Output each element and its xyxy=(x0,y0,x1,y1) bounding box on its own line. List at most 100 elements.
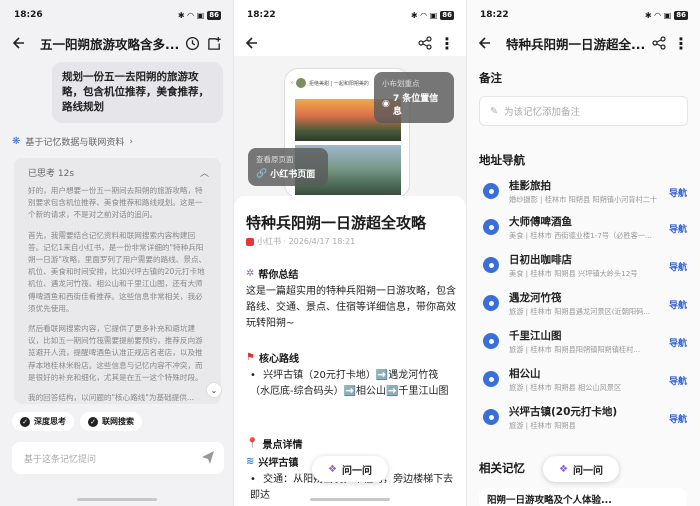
bullet-dot: • xyxy=(250,474,256,485)
send-icon[interactable] xyxy=(200,449,216,468)
more-icon[interactable]: ⋮ xyxy=(670,32,692,54)
status-icons: ✱ ◠ ▣ 86 xyxy=(411,10,454,20)
thinking-paragraph: 好的，用户想要一份五一期间去阳朔的旅游攻略，特别要求包含机位推荐、美食推荐和路线… xyxy=(28,186,203,220)
status-icons: ✱ ◠ ▣ 86 xyxy=(645,10,688,20)
address-desc: 美食 | 桂林市 西街德业楼1-7号（必胜客一... xyxy=(509,231,652,240)
new-chat-icon[interactable] xyxy=(203,32,225,54)
source-page-overlay[interactable]: 查看原页面 🔗 小红书页面 xyxy=(248,148,328,186)
navigate-button[interactable]: 导航 xyxy=(669,186,687,199)
bluetooth-icon: ✱ xyxy=(177,10,185,20)
battery-icon: 86 xyxy=(674,10,688,20)
address-item[interactable]: 桂影旅拍 婚纱摄影 | 桂林市 阳朔县 阳朔镇小河背村二十元... 导航 xyxy=(479,178,691,214)
navigate-button[interactable]: 导航 xyxy=(669,412,687,425)
navigate-button[interactable]: 导航 xyxy=(669,336,687,349)
address-nav-label: 地址导航 xyxy=(479,153,525,167)
thinking-paragraph: 然后看联网搜索内容，它提供了更多补充和避坑建议，比如五一期间竹筏需要提前要预约，… xyxy=(28,324,203,382)
address-desc: 美食 | 桂林市 阳朔县 兴坪镇大岭头12号 xyxy=(509,269,638,278)
preview-author: 拒绝美甜 | 一起和阳朔美的 xyxy=(309,80,369,87)
address-desc: 旅游 | 桂林市 阳朔县 xyxy=(509,421,576,430)
more-icon[interactable]: ⋮ xyxy=(436,32,458,54)
memory-title: 特种兵阳朔一日游超全... xyxy=(506,36,646,52)
highlights-main: ◉ 7 条位置信息 xyxy=(382,94,439,117)
thinking-paragraph: 首先，我需要结合记忆资料和联网搜索内容构建回答。记忆1来自小红书，是一份非常详细… xyxy=(28,230,207,313)
location-pin-icon xyxy=(483,409,499,425)
memory-source-label: 基于记忆数据与联网资料 xyxy=(25,138,125,148)
address-desc: 旅游 | 桂林市 阳朔县 相公山风景区 xyxy=(509,383,622,392)
article-meta: 小红书 · 2026/4/17 18:21 xyxy=(246,236,355,247)
status-bar: 18:22 ✱ ◠ ▣ 86 xyxy=(466,8,700,22)
home-indicator xyxy=(310,498,390,501)
location-pin-icon xyxy=(483,371,499,387)
history-icon[interactable] xyxy=(181,32,203,54)
thinking-text: 好的，用户想要一份五一期间去阳朔的旅游攻略，特别要求包含机位推荐、美食推荐和路线… xyxy=(14,183,221,404)
address-item[interactable]: 日初出咖啡店 美食 | 桂林市 阳朔县 兴坪镇大岭头12号 导航 xyxy=(479,252,691,288)
status-bar: 18:26 ✱ ◠ ▣ 86 xyxy=(0,8,233,22)
related-memory-label: 相关记忆 xyxy=(479,461,525,475)
wifi-icon: ◠ xyxy=(420,10,427,20)
web-search-chip[interactable]: ✓ 联网搜索 xyxy=(80,412,142,431)
address-item[interactable]: 千里江山图 旅游 | 桂林市 阳朔县阳朔镇阳朔镇桂村... 导航 xyxy=(479,328,691,364)
ask-button[interactable]: ❖ 问一问 xyxy=(543,456,619,482)
scroll-down-button[interactable]: ⌄ xyxy=(206,382,222,398)
address-item[interactable]: 相公山 旅游 | 桂林市 阳朔县 相公山风景区 导航 xyxy=(479,366,691,402)
user-query-bubble: 规划一份五一去阳朔的旅游攻略，包含机位推荐，美食推荐，路线规划 xyxy=(52,62,223,123)
highlights-sub: 小布划重点 xyxy=(382,79,420,88)
address-item[interactable]: 兴坪古镇(20元打卡地) 旅游 | 桂林市 阳朔县 导航 xyxy=(479,404,691,440)
navigate-button[interactable]: 导航 xyxy=(669,298,687,311)
pin-icon: 📍 xyxy=(246,438,259,449)
question-input[interactable]: 基于这条记忆提问 xyxy=(12,442,224,474)
check-icon: ✓ xyxy=(20,416,30,427)
navigate-button[interactable]: 导航 xyxy=(669,374,687,387)
status-bar: 18:22 ✱ ◠ ▣ 86 xyxy=(233,8,466,22)
back-arrow-icon[interactable] xyxy=(474,32,496,54)
location-pin-icon xyxy=(483,295,499,311)
top-nav: ⋮ xyxy=(233,30,466,56)
avatar xyxy=(296,78,306,88)
flag-icon: ⚑ xyxy=(246,352,255,363)
address-name: 日初出咖啡店 xyxy=(509,254,572,266)
top-nav: 特种兵阳朔一日游超全... ⋮ xyxy=(466,30,700,56)
chat-title: 五一阳朔旅游攻略含多... xyxy=(40,36,180,52)
summary-text: 这是一篇超实用的特种兵阳朔一日游攻略，包含路线、交通、景点、住宿等详细信息，带你… xyxy=(246,286,456,329)
battery-icon: 86 xyxy=(207,10,221,20)
deep-think-chip[interactable]: ✓ 深度思考 xyxy=(12,412,74,431)
wifi-icon: ◠ xyxy=(187,10,194,20)
wave-icon: ≋ xyxy=(246,456,255,467)
web-search-label: 联网搜索 xyxy=(102,417,134,426)
route-item: • 兴坪古镇（20元打卡地）➡️遇龙河竹筏（水厄底-综合码头）➡️相公山➡️千里… xyxy=(250,370,449,397)
share-icon[interactable] xyxy=(648,32,670,54)
summary-heading: ✲ 帮你总结 xyxy=(246,268,299,281)
ask-label: 问一问 xyxy=(572,465,603,477)
memory-source-link[interactable]: ❋ 基于记忆数据与联网资料 › xyxy=(12,135,133,148)
address-item[interactable]: 大师傅啤酒鱼 美食 | 桂林市 西街德业楼1-7号（必胜客一... 导航 xyxy=(479,214,691,250)
thinking-paragraph: 我的回答结构，以问题的"核心路线"为基础提供... xyxy=(28,393,195,403)
thinking-header[interactable]: 已思考 12s ︿ xyxy=(14,158,221,183)
chat-panel: 18:26 ✱ ◠ ▣ 86 五一阳朔旅游攻略含多... 规划一份五一去阳朔的旅… xyxy=(0,0,233,506)
navigate-button[interactable]: 导航 xyxy=(669,260,687,273)
panel-divider xyxy=(233,0,234,506)
bullet-dot: • xyxy=(250,370,256,381)
note-input[interactable]: ✎ 为该记忆添加备注 xyxy=(479,96,688,126)
panel-divider xyxy=(466,0,467,506)
article-source-time: 小红书 · 2026/4/17 18:21 xyxy=(257,237,356,246)
article-title: 特种兵阳朔一日游超全攻略 xyxy=(246,214,427,232)
navigate-button[interactable]: 导航 xyxy=(669,222,687,235)
route-heading: ⚑ 核心路线 xyxy=(246,352,299,365)
address-name: 大师傅啤酒鱼 xyxy=(509,216,572,228)
source-main: 🔗 小红书页面 xyxy=(256,168,316,181)
edit-icon: ✎ xyxy=(490,105,498,117)
mode-chips: ✓ 深度思考 ✓ 联网搜索 xyxy=(12,412,142,431)
note-label: 备注 xyxy=(479,71,502,85)
related-memory-title: 阳朔一日游攻略及个人体验... xyxy=(487,495,612,506)
sparkle-icon: ❋ xyxy=(12,136,21,147)
related-memory-item[interactable]: 阳朔一日游攻略及个人体验... xyxy=(479,488,687,506)
link-icon: 🔗 xyxy=(256,168,268,179)
back-arrow-icon[interactable] xyxy=(241,32,263,54)
highlights-overlay[interactable]: 小布划重点 ◉ 7 条位置信息 xyxy=(374,72,454,123)
detail-heading: 📍 景点详情 xyxy=(246,438,303,451)
check-icon: ✓ xyxy=(88,416,98,427)
ask-button[interactable]: ❖ 问一问 xyxy=(312,456,388,482)
share-icon[interactable] xyxy=(414,32,436,54)
address-item[interactable]: 遇龙河竹筏 旅游 | 桂林市 阳朔县遇龙河景区(近朝阳码... 导航 xyxy=(479,290,691,326)
back-arrow-icon[interactable] xyxy=(8,32,30,54)
